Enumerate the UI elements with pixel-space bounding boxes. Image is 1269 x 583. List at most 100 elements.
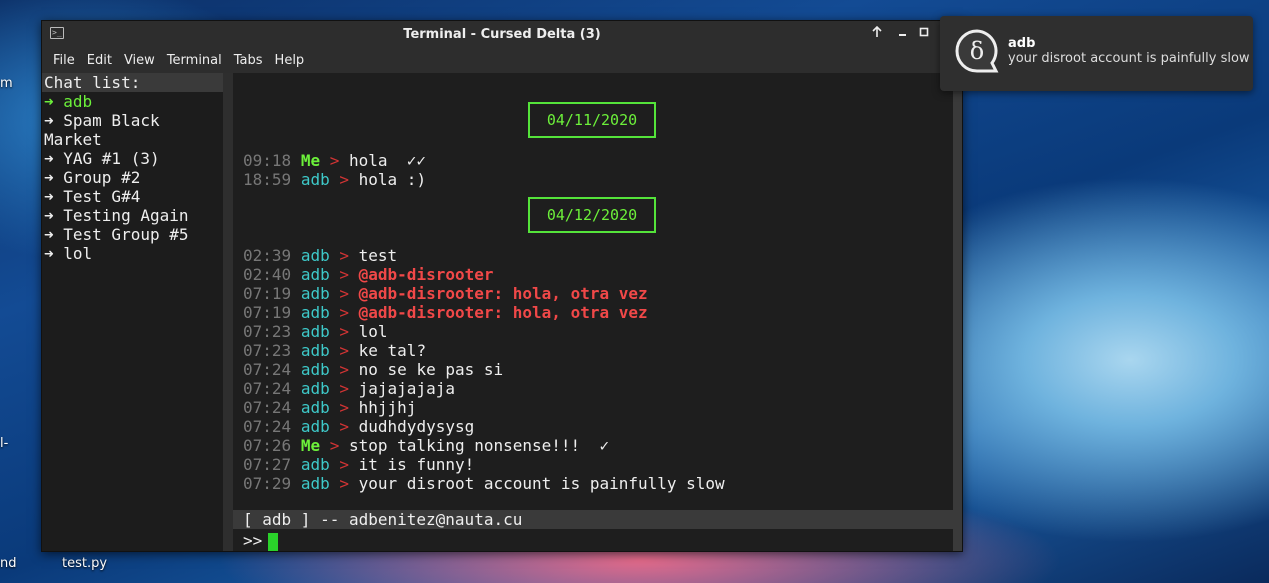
message-line: 07:19 adb > @adb-disrooter: hola, otra v… bbox=[243, 284, 648, 303]
message-line: 07:29 adb > your disroot account is pain… bbox=[243, 474, 725, 493]
desktop-file-test-py[interactable]: test.py bbox=[62, 556, 107, 571]
message-arrow: > bbox=[339, 341, 349, 360]
menu-view[interactable]: View bbox=[124, 53, 155, 68]
chat-item-test-group-5[interactable]: ➜ Test Group #5 bbox=[42, 225, 223, 244]
message-line: 07:26 Me > stop talking nonsense!!! ✓ bbox=[243, 436, 609, 455]
chat-list: Chat list: ➜ adb ➜ Spam Black Market ➜ Y… bbox=[42, 73, 223, 551]
message-arrow: > bbox=[339, 284, 349, 303]
message-text: stop talking nonsense!!! bbox=[349, 436, 581, 455]
message-line: 07:23 adb > lol bbox=[243, 322, 388, 341]
message-line: 07:19 adb > @adb-disrooter: hola, otra v… bbox=[243, 303, 648, 322]
menu-file[interactable]: File bbox=[53, 53, 75, 68]
desktop-label-m[interactable]: m bbox=[0, 76, 13, 91]
chat-status-bar: [ adb ] -- adbenitez@nauta.cu bbox=[233, 510, 953, 529]
menu-edit[interactable]: Edit bbox=[87, 53, 112, 68]
desktop-label-nd[interactable]: nd bbox=[0, 556, 17, 571]
notification-body: your disroot account is painfully slow bbox=[1008, 51, 1250, 66]
prompt-symbol: >> bbox=[243, 531, 263, 550]
message-arrow: > bbox=[329, 436, 340, 455]
keep-above-icon[interactable] bbox=[868, 25, 886, 43]
date-separator: 04/11/2020 bbox=[528, 102, 656, 138]
message-time: 07:19 bbox=[243, 284, 292, 303]
message-sender: adb bbox=[300, 360, 330, 379]
message-time: 02:40 bbox=[243, 265, 292, 284]
message-time: 07:24 bbox=[243, 417, 292, 436]
message-time: 07:24 bbox=[243, 360, 292, 379]
message-line: 07:23 adb > ke tal? bbox=[243, 341, 426, 360]
message-line: 09:18 Me > hola ✓✓ bbox=[243, 151, 426, 170]
menu-terminal[interactable]: Terminal bbox=[167, 53, 222, 68]
message-text: @adb-disrooter: hola, otra vez bbox=[358, 284, 648, 303]
message-text: no se ke pas si bbox=[358, 360, 504, 379]
message-arrow: > bbox=[329, 151, 340, 170]
message-time: 07:24 bbox=[243, 379, 292, 398]
menu-bar: File Edit View Terminal Tabs Help bbox=[42, 47, 962, 73]
message-text: ke tal? bbox=[358, 341, 427, 360]
message-text: @adb-disrooter bbox=[358, 265, 494, 284]
message-time: 07:26 bbox=[243, 436, 292, 455]
message-text: hola bbox=[349, 151, 388, 170]
message-line: 02:40 adb > @adb-disrooter bbox=[243, 265, 494, 284]
chat-item-group-2[interactable]: ➜ Group #2 bbox=[42, 168, 223, 187]
delivery-status: ✓✓ bbox=[406, 151, 427, 170]
message-arrow: > bbox=[339, 303, 349, 322]
message-line: 18:59 adb > hola :) bbox=[243, 170, 426, 189]
message-arrow: > bbox=[339, 322, 349, 341]
message-sender: adb bbox=[300, 322, 330, 341]
message-text: it is funny! bbox=[358, 455, 475, 474]
message-arrow: > bbox=[339, 398, 349, 417]
chat-item-test-g4[interactable]: ➜ Test G#4 bbox=[42, 187, 223, 206]
chat-item-yag-1[interactable]: ➜ YAG #1 (3) bbox=[42, 149, 223, 168]
message-sender: adb bbox=[300, 398, 330, 417]
message-text: jajajajaja bbox=[358, 379, 455, 398]
message-arrow: > bbox=[339, 474, 349, 493]
chat-item-testing-again[interactable]: ➜ Testing Again bbox=[42, 206, 223, 225]
message-arrow: > bbox=[339, 455, 349, 474]
message-sender: Me bbox=[300, 436, 321, 455]
message-line: 02:39 adb > test bbox=[243, 246, 397, 265]
message-arrow: > bbox=[339, 265, 349, 284]
message-text: @adb-disrooter: hola, otra vez bbox=[358, 303, 648, 322]
message-sender: Me bbox=[300, 151, 321, 170]
pane-divider bbox=[223, 73, 233, 551]
menu-help[interactable]: Help bbox=[275, 53, 305, 68]
message-time: 09:18 bbox=[243, 151, 292, 170]
title-bar[interactable]: >_ Terminal - Cursed Delta (3) bbox=[42, 21, 962, 47]
message-line: 07:24 adb > no se ke pas si bbox=[243, 360, 503, 379]
notification-popup[interactable]: δ adb your disroot account is painfully … bbox=[940, 16, 1253, 91]
message-sender: adb bbox=[300, 455, 330, 474]
message-sender: adb bbox=[300, 379, 330, 398]
message-sender: adb bbox=[300, 265, 330, 284]
message-time: 07:29 bbox=[243, 474, 292, 493]
scrollbar[interactable] bbox=[953, 73, 962, 551]
message-line: 07:24 adb > jajajajaja bbox=[243, 379, 455, 398]
maximize-icon[interactable] bbox=[915, 25, 933, 43]
date-separator: 04/12/2020 bbox=[528, 197, 656, 233]
message-line: 07:24 adb > dudhdydysysg bbox=[243, 417, 474, 436]
message-sender: adb bbox=[300, 246, 330, 265]
message-line: 07:24 adb > hhjjhj bbox=[243, 398, 416, 417]
message-sender: adb bbox=[300, 170, 330, 189]
message-time: 02:39 bbox=[243, 246, 292, 265]
svg-text:δ: δ bbox=[970, 37, 984, 65]
message-text: test bbox=[358, 246, 398, 265]
message-line: 07:27 adb > it is funny! bbox=[243, 455, 474, 474]
message-time: 07:23 bbox=[243, 341, 292, 360]
message-time: 18:59 bbox=[243, 170, 292, 189]
message-arrow: > bbox=[339, 417, 349, 436]
message-time: 07:19 bbox=[243, 303, 292, 322]
chat-item-adb[interactable]: ➜ adb bbox=[42, 92, 223, 111]
minimize-icon[interactable] bbox=[894, 25, 912, 43]
desktop-label-l[interactable]: l- bbox=[0, 436, 8, 451]
message-sender: adb bbox=[300, 284, 330, 303]
message-arrow: > bbox=[339, 360, 349, 379]
chat-item-spam-black-market[interactable]: ➜ Spam Black Market bbox=[42, 111, 223, 149]
message-text: hhjjhj bbox=[358, 398, 417, 417]
message-sender: adb bbox=[300, 341, 330, 360]
input-prompt[interactable]: >> bbox=[233, 530, 953, 551]
message-arrow: > bbox=[339, 246, 349, 265]
menu-tabs[interactable]: Tabs bbox=[234, 53, 263, 68]
chat-item-lol[interactable]: ➜ lol bbox=[42, 244, 223, 263]
window-title: Terminal - Cursed Delta (3) bbox=[403, 27, 601, 42]
terminal-area[interactable]: Chat list: ➜ adb ➜ Spam Black Market ➜ Y… bbox=[42, 73, 953, 551]
